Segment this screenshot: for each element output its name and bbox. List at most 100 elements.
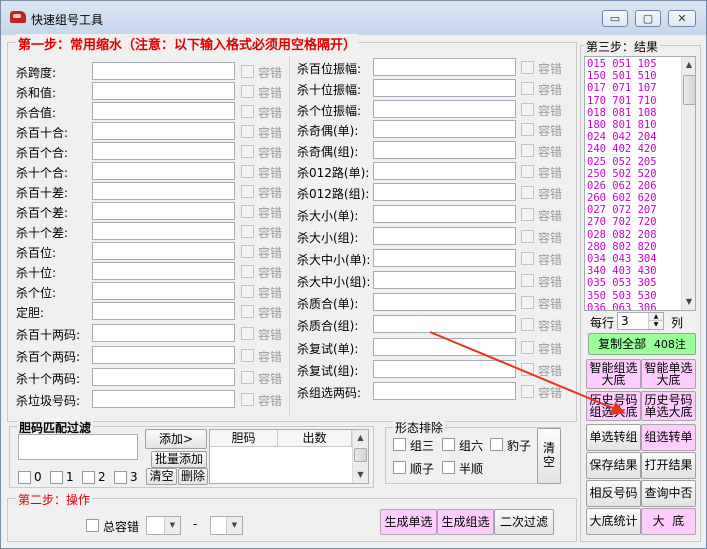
restore-button[interactable]: ▢ [635,10,661,27]
result-line[interactable]: 036 063 306 [585,302,681,310]
generate-single-button[interactable]: 生成单选 [380,509,437,535]
tolerance-checkbox[interactable] [241,245,254,258]
tolerance-checkbox[interactable] [241,393,254,406]
col-dan-header[interactable]: 胆码 [210,430,278,447]
row-input[interactable] [92,262,235,280]
tolerance-checkbox[interactable] [521,230,534,243]
scroll-up-icon[interactable]: ▲ [682,57,695,73]
tolerance-checkbox[interactable] [521,61,534,74]
tolerance-checkbox[interactable] [241,265,254,278]
col-count-header[interactable]: 出数 [278,430,352,447]
row-input[interactable] [92,202,235,220]
tolerance-checkbox[interactable] [521,252,534,265]
tolerance-checkbox[interactable] [521,144,534,157]
row-input[interactable] [92,242,235,260]
row-input[interactable] [373,58,516,76]
group-to-single-button[interactable]: 组选转单 [641,424,696,451]
row-input[interactable] [373,100,516,118]
query-hit-button[interactable]: 查询中否 [641,480,696,507]
result-line[interactable]: 180 801 810 [585,119,681,131]
spin-down-icon[interactable]: ▼ [648,321,663,329]
row-input[interactable] [92,346,235,364]
close-button[interactable]: ✕ [668,10,696,27]
row-input[interactable] [92,368,235,386]
row-input[interactable] [373,293,516,311]
row-input[interactable] [92,82,235,100]
tolerance-checkbox[interactable] [521,103,534,116]
dan-table-scrollbar[interactable]: ▲ ▼ [352,430,368,483]
open-result-button[interactable]: 打开结果 [641,452,696,479]
tolerance-checkbox[interactable] [521,165,534,178]
shape-checkbox[interactable] [393,461,406,474]
result-line[interactable]: 170 701 710 [585,95,681,107]
result-line[interactable]: 340 403 430 [585,265,681,277]
row-input[interactable] [92,222,235,240]
tolerance-checkbox[interactable] [241,285,254,298]
tolerance-checkbox[interactable] [521,385,534,398]
base-stats-button[interactable]: 大底统计 [586,508,641,535]
total-tolerance-checkbox[interactable] [86,519,99,532]
dan-clear-button[interactable]: 清空 [146,468,177,485]
scroll-up-icon[interactable]: ▲ [353,430,368,446]
row-input[interactable] [373,183,516,201]
smart-group-base-button[interactable]: 智能组选 大底 [586,359,641,389]
single-to-group-button[interactable]: 单选转组 [586,424,641,451]
big-base-button[interactable]: 大 底 [641,508,696,535]
row-input[interactable] [92,122,235,140]
tolerance-checkbox[interactable] [521,123,534,136]
dan-delete-button[interactable]: 删除 [178,468,208,485]
result-line[interactable]: 240 402 420 [585,143,681,155]
row-input[interactable] [373,205,516,223]
shape-checkbox[interactable] [442,461,455,474]
history-single-base-button[interactable]: 历史号码 单选大底 [641,391,696,421]
row-input[interactable] [373,382,516,400]
row-input[interactable] [92,102,235,120]
result-line[interactable]: 035 053 305 [585,277,681,289]
tolerance-max-select[interactable]: ▼ [210,516,243,535]
row-input[interactable] [92,282,235,300]
row-input[interactable] [373,162,516,180]
tolerance-checkbox[interactable] [521,341,534,354]
result-line[interactable]: 260 602 620 [585,192,681,204]
tolerance-min-select[interactable]: ▼ [146,516,181,535]
result-line[interactable]: 350 503 530 [585,290,681,302]
result-line[interactable]: 017 071 107 [585,82,681,94]
chevron-down-icon[interactable]: ▼ [164,517,180,534]
shape-clear-button[interactable]: 清空 [537,428,561,484]
tolerance-checkbox[interactable] [241,327,254,340]
row-input[interactable] [373,120,516,138]
dan-count-checkbox[interactable] [50,471,63,484]
per-row-value[interactable]: 3 [621,314,629,328]
result-line[interactable]: 150 501 510 [585,70,681,82]
dan-count-checkbox[interactable] [82,471,95,484]
add-button[interactable]: 添加> [145,429,207,449]
row-input[interactable] [373,271,516,289]
tolerance-checkbox[interactable] [241,349,254,362]
result-line[interactable]: 025 052 205 [585,156,681,168]
row-input[interactable] [373,315,516,333]
scroll-thumb[interactable] [683,75,695,105]
row-input[interactable] [373,141,516,159]
dan-table[interactable]: 胆码 出数 ▲ ▼ [209,429,369,484]
result-line[interactable]: 015 051 105 [585,58,681,70]
tolerance-checkbox[interactable] [241,165,254,178]
opposite-number-button[interactable]: 相反号码 [586,480,641,507]
row-input[interactable] [92,302,235,320]
generate-group-button[interactable]: 生成组选 [437,509,494,535]
row-input[interactable] [92,182,235,200]
shape-checkbox[interactable] [490,438,503,451]
result-line[interactable]: 024 042 204 [585,131,681,143]
row-input[interactable] [373,227,516,245]
result-line[interactable]: 250 502 520 [585,168,681,180]
result-line[interactable]: 034 043 304 [585,253,681,265]
row-input[interactable] [373,360,516,378]
tolerance-checkbox[interactable] [521,82,534,95]
per-row-spinner[interactable]: 3 ▲ ▼ [617,312,664,330]
tolerance-checkbox[interactable] [521,296,534,309]
tolerance-checkbox[interactable] [241,205,254,218]
tolerance-checkbox[interactable] [241,225,254,238]
dan-count-checkbox[interactable] [114,471,127,484]
row-input[interactable] [373,79,516,97]
row-input[interactable] [92,142,235,160]
tolerance-checkbox[interactable] [241,145,254,158]
